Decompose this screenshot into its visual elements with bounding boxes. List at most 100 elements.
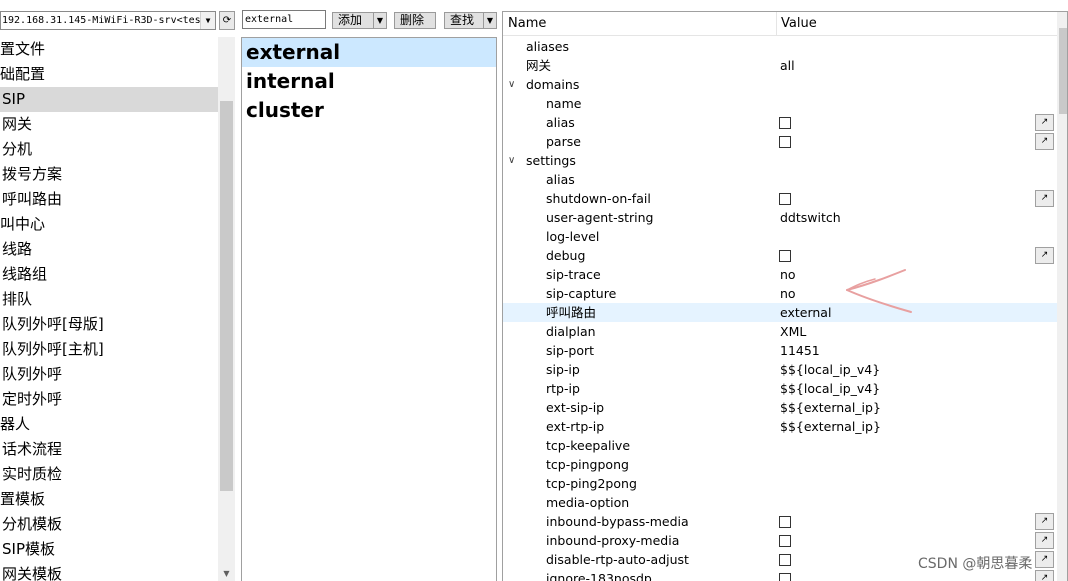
chevron-down-icon[interactable]: ∨	[508, 75, 518, 94]
edit-value-button[interactable]: ↗	[1035, 570, 1054, 581]
property-value[interactable]: no	[780, 284, 796, 303]
server-select[interactable]: 192.168.31.145-MiWiFi-R3D-srv<tes ▼	[0, 11, 216, 30]
property-value[interactable]: 11451	[780, 341, 820, 360]
find-button[interactable]: 查找 ▼	[444, 12, 497, 29]
property-checkbox[interactable]	[779, 250, 791, 262]
sidebar-item[interactable]: 线路组	[0, 262, 234, 287]
property-row[interactable]: tcp-ping2pong	[503, 474, 1057, 493]
property-row[interactable]: 呼叫路由 external	[503, 303, 1057, 322]
property-checkbox[interactable]	[779, 516, 791, 528]
property-checkbox[interactable]	[779, 535, 791, 547]
sidebar-item[interactable]: 分机模板	[0, 512, 234, 537]
property-row[interactable]: aliases	[503, 37, 1057, 56]
sidebar-item[interactable]: 排队	[0, 287, 234, 312]
sidebar-item[interactable]: 网关	[0, 112, 234, 137]
edit-value-button[interactable]: ↗	[1035, 190, 1054, 207]
edit-value-button[interactable]: ↗	[1035, 133, 1054, 150]
sidebar-item[interactable]: 话术流程	[0, 437, 234, 462]
property-row[interactable]: parse ↗	[503, 132, 1057, 151]
sidebar-item[interactable]: 拨号方案	[0, 162, 234, 187]
sidebar-item-label: 实时质检	[2, 465, 63, 483]
property-row[interactable]: sip-port 11451	[503, 341, 1057, 360]
sidebar-item[interactable]: 呼叫路由	[0, 187, 234, 212]
sidebar-item[interactable]: 置模板	[0, 487, 234, 512]
sidebar-item-label: 线路	[2, 240, 33, 258]
column-header-name[interactable]: Name	[508, 16, 546, 31]
profile-item[interactable]: cluster	[242, 96, 496, 125]
column-divider[interactable]	[776, 12, 777, 36]
property-row[interactable]: ∨ settings	[503, 151, 1057, 170]
sidebar-item[interactable]: SIP模板	[0, 537, 234, 562]
add-dropdown-icon[interactable]: ▼	[373, 13, 386, 28]
tree-scrollbar[interactable]: ▼	[218, 37, 235, 581]
sidebar-item[interactable]: 队列外呼[母版]	[0, 312, 234, 337]
property-row[interactable]: sip-trace no	[503, 265, 1057, 284]
property-row[interactable]: alias ↗	[503, 113, 1057, 132]
find-dropdown-icon[interactable]: ▼	[483, 13, 496, 28]
property-value[interactable]: external	[780, 303, 831, 322]
property-checkbox[interactable]	[779, 136, 791, 148]
property-value[interactable]: all	[780, 56, 795, 75]
property-row[interactable]: shutdown-on-fail ↗	[503, 189, 1057, 208]
column-header-value[interactable]: Value	[781, 16, 817, 31]
property-row[interactable]: inbound-proxy-media ↗	[503, 531, 1057, 550]
sidebar-item[interactable]: 队列外呼	[0, 362, 234, 387]
grid-scrollbar[interactable]	[1057, 12, 1067, 581]
edit-value-button[interactable]: ↗	[1035, 114, 1054, 131]
property-row[interactable]: media-option	[503, 493, 1057, 512]
sidebar-item[interactable]: 置文件	[0, 37, 234, 62]
property-row[interactable]: inbound-bypass-media ↗	[503, 512, 1057, 531]
refresh-button[interactable]: ⟳	[219, 11, 235, 30]
property-row[interactable]: tcp-keepalive	[503, 436, 1057, 455]
property-row[interactable]: ∨ domains	[503, 75, 1057, 94]
delete-button[interactable]: 删除	[394, 12, 436, 29]
property-row[interactable]: alias	[503, 170, 1057, 189]
property-checkbox[interactable]	[779, 573, 791, 581]
property-row[interactable]: ext-sip-ip $${external_ip}	[503, 398, 1057, 417]
property-value[interactable]: $${external_ip}	[780, 398, 881, 417]
edit-value-button[interactable]: ↗	[1035, 532, 1054, 549]
property-row[interactable]: ext-rtp-ip $${external_ip}	[503, 417, 1057, 436]
property-value[interactable]: $${local_ip_v4}	[780, 360, 880, 379]
sidebar-item[interactable]: 定时外呼	[0, 387, 234, 412]
sidebar-item[interactable]: 队列外呼[主机]	[0, 337, 234, 362]
add-button[interactable]: 添加 ▼	[332, 12, 387, 29]
property-row[interactable]: log-level	[503, 227, 1057, 246]
property-row[interactable]: debug ↗	[503, 246, 1057, 265]
sidebar-item[interactable]: 网关模板	[0, 562, 234, 581]
edit-value-button[interactable]: ↗	[1035, 247, 1054, 264]
tree-scrollbar-thumb[interactable]	[220, 101, 233, 491]
property-checkbox[interactable]	[779, 193, 791, 205]
grid-scrollbar-thumb[interactable]	[1059, 28, 1067, 114]
property-checkbox[interactable]	[779, 117, 791, 129]
sidebar-item[interactable]: 器人	[0, 412, 234, 437]
profile-item[interactable]: external	[242, 38, 496, 67]
property-row[interactable]: dialplan XML	[503, 322, 1057, 341]
property-row[interactable]: tcp-pingpong	[503, 455, 1057, 474]
profile-name-input[interactable]: external	[242, 10, 326, 29]
property-checkbox[interactable]	[779, 554, 791, 566]
edit-value-button[interactable]: ↗	[1035, 551, 1054, 568]
property-value[interactable]: $${local_ip_v4}	[780, 379, 880, 398]
sidebar-item[interactable]: 实时质检	[0, 462, 234, 487]
property-value[interactable]: no	[780, 265, 796, 284]
sidebar-item[interactable]: SIP	[0, 87, 218, 112]
sidebar-item[interactable]: 线路	[0, 237, 234, 262]
sidebar-item[interactable]: 叫中心	[0, 212, 234, 237]
property-row[interactable]: rtp-ip $${local_ip_v4}	[503, 379, 1057, 398]
sidebar-item[interactable]: 础配置	[0, 62, 234, 87]
profile-item[interactable]: internal	[242, 67, 496, 96]
property-row[interactable]: 网关 all	[503, 56, 1057, 75]
property-row[interactable]: sip-ip $${local_ip_v4}	[503, 360, 1057, 379]
sidebar-item[interactable]: 分机	[0, 137, 234, 162]
property-value[interactable]: ddtswitch	[780, 208, 841, 227]
chevron-down-icon[interactable]: ▼	[200, 12, 215, 29]
property-row[interactable]: name	[503, 94, 1057, 113]
edit-value-button[interactable]: ↗	[1035, 513, 1054, 530]
property-row[interactable]: sip-capture no	[503, 284, 1057, 303]
chevron-down-icon[interactable]: ∨	[508, 151, 518, 170]
property-value[interactable]: XML	[780, 322, 806, 341]
scroll-down-icon[interactable]: ▼	[218, 567, 235, 581]
property-row[interactable]: user-agent-string ddtswitch	[503, 208, 1057, 227]
property-value[interactable]: $${external_ip}	[780, 417, 881, 436]
